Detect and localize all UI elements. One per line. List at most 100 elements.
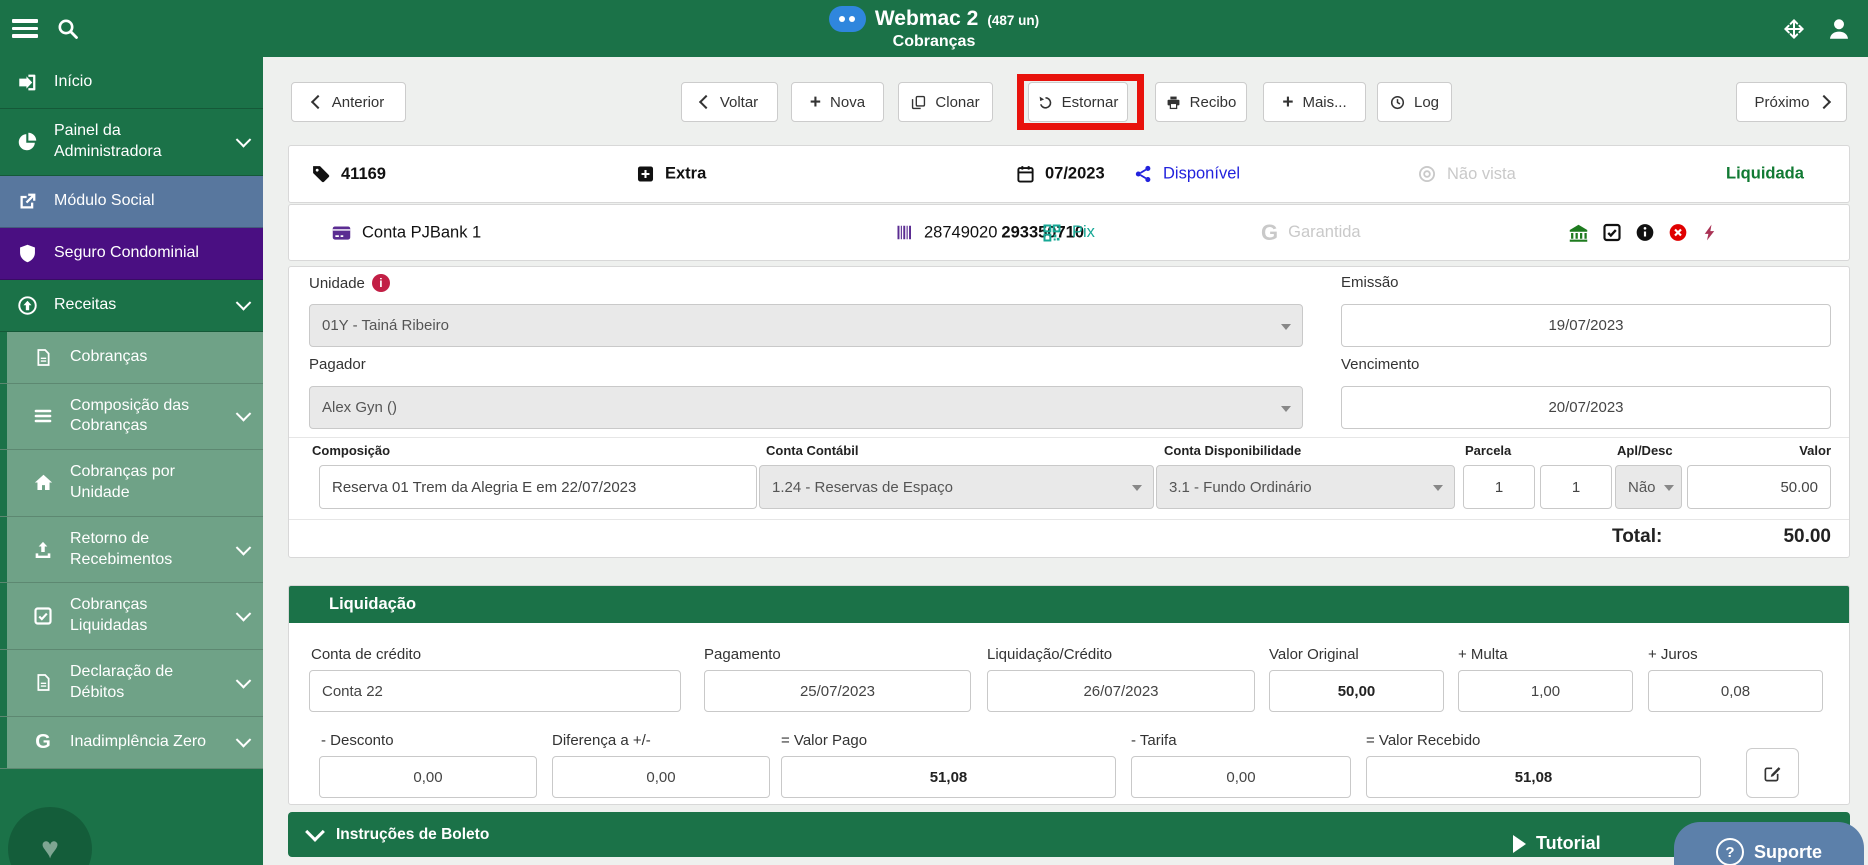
valor-pago-input[interactable]: 51,08 [781, 756, 1116, 798]
user-icon[interactable] [1826, 16, 1852, 42]
record-action-icons [1568, 222, 1719, 243]
parcela-total-input[interactable]: 1 [1540, 465, 1612, 509]
chevron-down-icon [305, 822, 325, 842]
printer-icon [1166, 95, 1181, 110]
sidebar-item-seguro-condominial[interactable]: Seguro Condominial [0, 228, 263, 280]
multa-label: + Multa [1458, 646, 1508, 663]
valor-input[interactable]: 50.00 [1687, 465, 1831, 509]
payment-info-bar: Conta PJBank 1 28749020293350710 Pix G G… [288, 204, 1850, 261]
brand-watermark-logo: ♥ [8, 807, 92, 865]
sidebar-item-declaracao-debitos[interactable]: Declaração de Débitos [0, 650, 263, 717]
voltar-button[interactable]: Voltar [681, 82, 778, 122]
share-icon [1134, 165, 1153, 184]
check-square-icon [28, 606, 58, 626]
upload-icon [28, 540, 58, 560]
proximo-button[interactable]: Próximo [1736, 82, 1847, 122]
col-header-valor: Valor [1687, 443, 1831, 458]
tag-icon [311, 164, 331, 184]
sidebar-item-cobrancas[interactable]: Cobranças [0, 332, 263, 384]
play-icon [1513, 835, 1526, 853]
vencimento-label: Vencimento [1341, 356, 1419, 373]
parcela-num-input[interactable]: 1 [1463, 465, 1535, 509]
edit-liquidacao-button[interactable] [1746, 748, 1799, 798]
check-square-icon[interactable] [1602, 223, 1622, 243]
conta-contabil-select[interactable]: 1.24 - Reservas de Espaço [759, 465, 1154, 509]
g-icon: G [28, 732, 58, 752]
lightning-icon[interactable] [1701, 223, 1719, 243]
sidebar-item-receitas[interactable]: Receitas [0, 280, 263, 332]
sidebar-item-composicao-cobrancas[interactable]: Composição das Cobranças [0, 384, 263, 451]
sidebar-item-cobrancas-por-unidade[interactable]: Cobranças por Unidade [0, 450, 263, 517]
record-type: Extra [636, 165, 706, 184]
col-header-conta-contabil: Conta Contábil [766, 443, 858, 458]
edit-icon [1763, 764, 1782, 783]
apl-desc-select[interactable]: Não [1615, 465, 1682, 509]
estornar-button[interactable]: Estornar [1028, 82, 1128, 122]
calendar-icon [1016, 165, 1035, 184]
multa-input[interactable]: 1,00 [1458, 670, 1633, 712]
chevron-down-icon [236, 132, 252, 148]
sidebar-item-label: Retorno de Recebimentos [70, 529, 229, 571]
nova-button[interactable]: + Nova [791, 82, 884, 122]
sidebar-item-modulo-social[interactable]: Módulo Social [0, 176, 263, 228]
pagamento-input[interactable]: 25/07/2023 [704, 670, 971, 712]
liquidada-status: Liquidada [1726, 165, 1804, 184]
col-header-apl-desc: Apl/Desc [1617, 443, 1673, 458]
recibo-button[interactable]: Recibo [1155, 82, 1247, 122]
valor-pago-label: = Valor Pago [781, 732, 867, 749]
valor-original-input[interactable]: 50,00 [1269, 670, 1444, 712]
valor-recebido-input[interactable]: 51,08 [1366, 756, 1701, 798]
bank-icon[interactable] [1568, 222, 1589, 243]
anterior-button[interactable]: Anterior [291, 82, 406, 122]
pagador-select[interactable]: Alex Gyn () [309, 386, 1303, 429]
diferenca-input[interactable]: 0,00 [552, 756, 770, 798]
sidebar-item-inicio[interactable]: Início [0, 57, 263, 109]
cancel-circle-icon[interactable] [1668, 223, 1688, 243]
tutorial-button[interactable]: Tutorial [1513, 833, 1601, 854]
mais-button[interactable]: + Mais... [1263, 82, 1366, 122]
total-label: Total: [1612, 526, 1662, 548]
conta-credito-input[interactable]: Conta 22 [309, 670, 681, 712]
instrucoes-boleto-bar[interactable]: Instruções de Boleto [288, 812, 1850, 857]
vencimento-input[interactable]: 20/07/2023 [1341, 386, 1831, 429]
tarifa-input[interactable]: 0,00 [1131, 756, 1351, 798]
info-circle-icon[interactable] [1635, 223, 1655, 243]
liquidacao-credito-label: Liquidação/Crédito [987, 646, 1112, 663]
composicao-descricao-input[interactable]: Reserva 01 Trem da Alegria E em 22/07/20… [319, 465, 757, 509]
file-icon [28, 348, 58, 367]
sidebar-item-painel-administradora[interactable]: Painel da Administradora [0, 109, 263, 176]
sidebar-item-label: Cobranças por Unidade [70, 462, 229, 504]
clonar-button[interactable]: Clonar [898, 82, 993, 122]
liquidacao-credito-input[interactable]: 26/07/2023 [987, 670, 1255, 712]
page-title: Cobranças [893, 33, 976, 51]
suporte-button[interactable]: ? Suporte [1674, 822, 1864, 865]
chevron-down-icon [236, 673, 252, 689]
shield-icon [12, 243, 42, 264]
g-circle-icon: G [1261, 222, 1278, 244]
unidade-select[interactable]: 01Y - Tainá Ribeiro [309, 304, 1303, 347]
desconto-label: - Desconto [321, 732, 394, 749]
disponivel-status[interactable]: Disponível [1134, 165, 1240, 184]
chevron-right-icon [1816, 95, 1830, 109]
chevron-down-icon [236, 406, 252, 422]
desconto-input[interactable]: 0,00 [319, 756, 537, 798]
conta-disponibilidade-select[interactable]: 3.1 - Fundo Ordinário [1156, 465, 1455, 509]
arrow-up-circle-icon [12, 295, 42, 316]
pix-status[interactable]: Pix [1042, 223, 1095, 243]
juros-input[interactable]: 0,08 [1648, 670, 1823, 712]
pie-chart-icon [12, 131, 42, 152]
total-value: 50.00 [1687, 526, 1831, 548]
sidebar-item-label: Composição das Cobranças [70, 396, 229, 438]
app-title: Webmac 2 [875, 7, 979, 31]
sidebar-item-label: Inadimplência Zero [70, 732, 206, 753]
fullscreen-icon[interactable] [1782, 17, 1806, 41]
credit-card-icon [331, 222, 352, 243]
sidebar-item-cobrancas-liquidadas[interactable]: Cobranças Liquidadas [0, 583, 263, 650]
emissao-input[interactable]: 19/07/2023 [1341, 304, 1831, 347]
log-button[interactable]: Log [1377, 82, 1452, 122]
sidebar-item-inadimplencia-zero[interactable]: G Inadimplência Zero [0, 717, 263, 769]
eye-ring-icon [1417, 164, 1437, 184]
sidebar-item-label: Cobranças Liquidadas [70, 595, 229, 637]
sidebar-item-retorno-recebimentos[interactable]: Retorno de Recebimentos [0, 517, 263, 584]
info-badge-icon[interactable]: i [372, 274, 390, 292]
